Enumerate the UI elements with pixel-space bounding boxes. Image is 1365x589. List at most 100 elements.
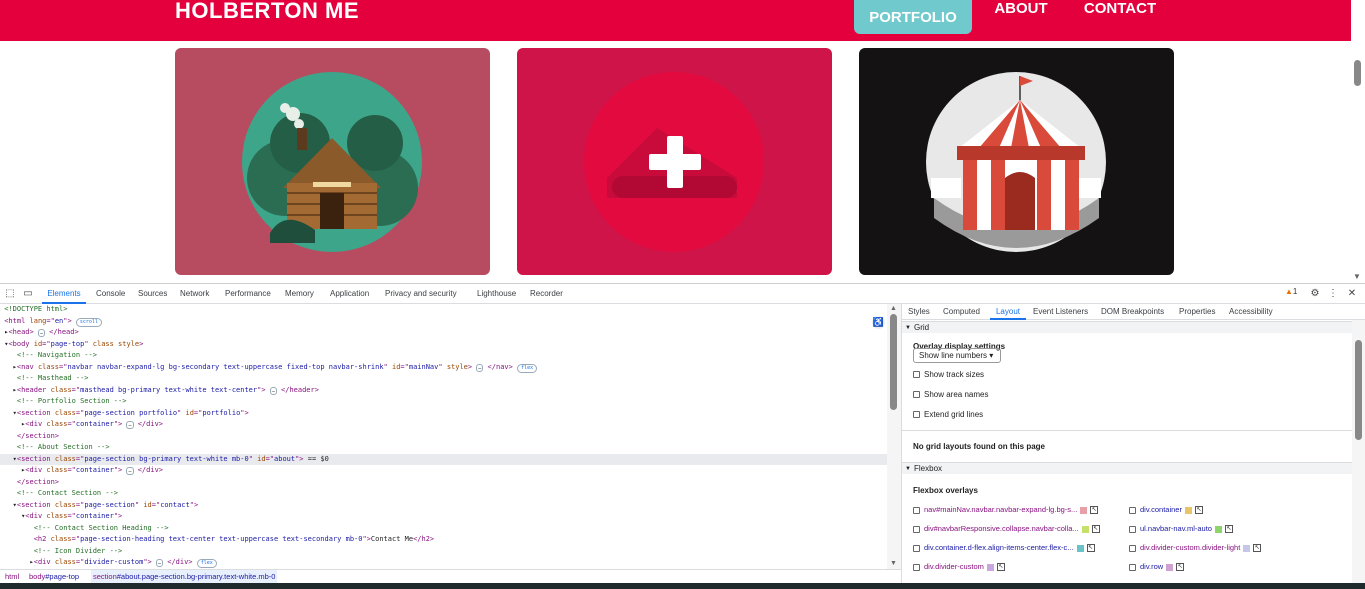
color-swatch[interactable] (1080, 506, 1088, 514)
node-badge[interactable]: flex (196, 559, 217, 568)
reveal-in-elements-icon[interactable]: ↖ (1176, 563, 1185, 572)
more-options-icon[interactable]: ⋮ (1327, 288, 1339, 300)
checkbox[interactable] (913, 411, 920, 419)
nav-portfolio[interactable]: PORTFOLIO (854, 0, 972, 34)
flexbox-section-header[interactable]: ▼ Flexbox (902, 462, 1352, 474)
dom-tree-line[interactable]: <!-- Portfolio Section --> (0, 396, 887, 408)
flex-overlay-item[interactable]: div.row ↖ (1129, 561, 1185, 573)
scroll-down-arrow-icon[interactable]: ▼ (1353, 272, 1361, 281)
dom-tree-line[interactable]: <!-- Masthead --> (0, 373, 887, 385)
tab-elements[interactable]: Elements (42, 284, 86, 304)
tab-computed[interactable]: Computed (943, 304, 980, 320)
dom-tree-line[interactable]: <!-- Contact Section Heading --> (0, 523, 887, 535)
show-area-names-row[interactable]: Show area names (913, 390, 988, 400)
tab-event-listeners[interactable]: Event Listeners (1033, 304, 1088, 320)
tab-memory[interactable]: Memory (285, 284, 314, 304)
checkbox[interactable] (913, 525, 920, 533)
expand-ellipsis-icon[interactable]: … (37, 329, 45, 337)
node-badge[interactable]: flex (517, 363, 538, 373)
dom-tree-line[interactable]: ▸<header class="masthead bg-primary text… (0, 385, 887, 397)
dom-tree-line[interactable]: </section> (0, 431, 887, 443)
checkbox[interactable] (1129, 525, 1136, 533)
dom-tree-line[interactable]: ▾<section class="page-section portfolio"… (0, 408, 887, 420)
flex-overlay-item[interactable]: div.divider-custom ↖ (913, 561, 1005, 573)
color-swatch[interactable] (1214, 525, 1222, 533)
expand-ellipsis-icon[interactable]: … (126, 467, 134, 475)
breadcrumb-section[interactable]: section#about.page-section.bg-primary.te… (91, 570, 278, 583)
expand-ellipsis-icon[interactable]: … (156, 559, 164, 567)
accessibility-tree-icon[interactable]: ♿ (872, 316, 885, 329)
color-swatch[interactable] (1076, 544, 1084, 552)
dom-tree-line[interactable]: ▸<head> … </head> (0, 327, 887, 339)
breadcrumb-body[interactable]: body#page-top (27, 570, 81, 583)
page-scroll-thumb[interactable] (1354, 60, 1361, 86)
color-swatch[interactable] (986, 563, 994, 571)
tab-lighthouse[interactable]: Lighthouse (477, 284, 516, 304)
color-swatch[interactable] (1166, 563, 1174, 571)
dom-tree-line[interactable]: ▾<section class="page-section bg-primary… (0, 453, 887, 465)
dom-tree-line[interactable]: ▾<div class="container"> (0, 511, 887, 523)
tab-console[interactable]: Console (96, 284, 125, 304)
dom-tree-line[interactable]: ▾<section class="page-section" id="conta… (0, 500, 887, 512)
tab-recorder[interactable]: Recorder (530, 284, 563, 304)
tab-privacy-security[interactable]: Privacy and security (385, 284, 457, 304)
dom-tree-line[interactable]: ▸<div class="container"> … </div> (0, 465, 887, 477)
dom-tree-line[interactable]: <!-- Icon Divider --> (0, 546, 887, 558)
tab-application[interactable]: Application (330, 284, 369, 304)
tab-properties[interactable]: Properties (1179, 304, 1215, 320)
page-scrollbar[interactable]: ▼ (1351, 41, 1365, 283)
inspect-element-icon[interactable]: ⬚ (4, 288, 16, 300)
reveal-in-elements-icon[interactable]: ↖ (1253, 544, 1262, 553)
dom-tree-line[interactable]: ▾<body id="page-top" class style> (0, 339, 887, 351)
reveal-in-elements-icon[interactable]: ↖ (996, 563, 1005, 572)
color-swatch[interactable] (1243, 544, 1251, 552)
grid-section-header[interactable]: ▼ Grid (902, 321, 1352, 333)
sidebar-scrollbar[interactable] (1352, 320, 1365, 583)
reveal-in-elements-icon[interactable]: ↖ (1224, 525, 1233, 534)
reveal-in-elements-icon[interactable]: ↖ (1091, 525, 1100, 534)
tab-sources[interactable]: Sources (138, 284, 167, 304)
dom-tree-line[interactable]: <!DOCTYPE html> (0, 304, 887, 316)
color-swatch[interactable] (1081, 525, 1089, 533)
reveal-in-elements-icon[interactable]: ↖ (1090, 506, 1099, 515)
expand-ellipsis-icon[interactable]: … (269, 386, 277, 395)
dom-tree-line[interactable]: <h2 class="page-section-heading text-cen… (0, 534, 887, 546)
nav-contact[interactable]: CONTACT (1076, 0, 1164, 24)
dom-tree-line[interactable]: <!-- About Section --> (0, 442, 887, 454)
dom-tree-line[interactable]: <html lang="en"> scroll (0, 316, 887, 328)
checkbox[interactable] (913, 544, 920, 552)
dom-tree-scroll-thumb[interactable] (890, 314, 897, 410)
checkbox[interactable] (913, 563, 920, 571)
flex-overlay-item[interactable]: nav#mainNav.navbar.navbar-expand-lg.bg-s… (913, 504, 1099, 516)
warnings-badge[interactable]: ▲1 (1285, 287, 1297, 296)
brand-link[interactable]: HOLBERTON ME (175, 0, 359, 24)
flex-overlay-item[interactable]: div.container ↖ (1129, 504, 1203, 516)
breadcrumb-html[interactable]: html (3, 570, 21, 583)
nav-about[interactable]: ABOUT (986, 0, 1056, 24)
portfolio-card-cabin[interactable] (175, 48, 490, 275)
checkbox[interactable] (1129, 563, 1136, 571)
checkbox[interactable] (913, 391, 920, 399)
close-devtools-icon[interactable]: ✕ (1346, 288, 1358, 300)
dom-tree-line[interactable]: <!-- Contact Section --> (0, 488, 887, 500)
tab-layout[interactable]: Layout (990, 304, 1026, 320)
node-badge[interactable]: scroll (75, 317, 102, 327)
dom-tree-line[interactable]: ▸<div class="divider-custom"> … </div> f… (0, 557, 887, 569)
tab-styles[interactable]: Styles (908, 304, 930, 320)
portfolio-card-game[interactable] (517, 48, 832, 275)
extend-grid-lines-row[interactable]: Extend grid lines (913, 410, 983, 420)
show-track-sizes-row[interactable]: Show track sizes (913, 370, 984, 380)
color-swatch[interactable] (1184, 506, 1192, 514)
expand-ellipsis-icon[interactable]: … (126, 421, 134, 429)
flex-overlay-item[interactable]: ul.navbar-nav.ml-auto ↖ (1129, 523, 1233, 535)
tab-accessibility[interactable]: Accessibility (1229, 304, 1273, 320)
scroll-up-arrow-icon[interactable]: ▲ (890, 305, 897, 312)
dom-tree-line[interactable]: ▸<nav class="navbar navbar-expand-lg bg-… (0, 362, 887, 374)
grid-overlay-select[interactable]: Show line numbers ▾ (913, 348, 1001, 363)
portfolio-card-circus[interactable] (859, 48, 1174, 275)
reveal-in-elements-icon[interactable]: ↖ (1086, 544, 1095, 553)
checkbox[interactable] (913, 506, 920, 514)
checkbox[interactable] (1129, 544, 1136, 552)
sidebar-scroll-thumb[interactable] (1355, 340, 1362, 440)
reveal-in-elements-icon[interactable]: ↖ (1194, 506, 1203, 515)
